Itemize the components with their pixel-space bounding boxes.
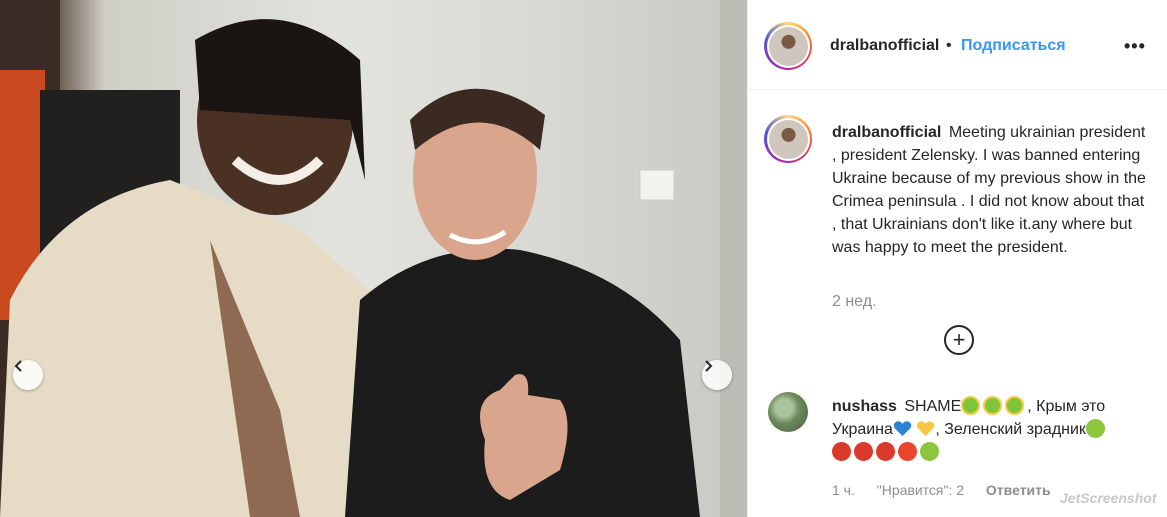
photo-illustration [0,0,747,517]
comment-likes-count[interactable]: "Нравится": 2 [877,482,964,498]
money-face-emoji-icon [961,396,981,415]
commenter-username[interactable]: nushass [832,398,897,415]
cursing-face-emoji-icon [854,442,873,461]
money-face-emoji-icon [1005,396,1025,415]
comment-body-part3: , Зеленский зрадник [935,421,1086,438]
comment-text: nushass SHAME, Крым это Украина , Зеленс… [832,395,1152,464]
more-options-icon[interactable]: ••• [1124,36,1146,57]
author-username[interactable]: dralbanofficial [830,37,939,55]
separator-dot: • [946,37,952,54]
caption-text: dralbanofficial Meeting ukrainian presid… [832,121,1152,259]
comment-body-part1: SHAME [904,398,962,415]
vomiting-face-emoji-icon [920,442,939,461]
money-face-emoji-icon [983,396,1003,415]
comment-age[interactable]: 1 ч. [832,482,855,498]
nauseated-face-emoji-icon [1085,419,1105,438]
angry-face-emoji-icon [898,442,917,461]
author-avatar[interactable] [764,22,812,70]
reply-button[interactable]: Ответить [986,482,1051,498]
chevron-right-icon [705,360,713,372]
commenter-avatar[interactable] [768,392,808,432]
follow-button[interactable]: Подписаться [961,37,1066,55]
post-header: dralbanofficial • Подписаться ••• [748,0,1167,90]
post-photo[interactable] [0,0,747,517]
post-side-panel: dralbanofficial • Подписаться ••• dralba… [747,0,1167,517]
carousel-next-button[interactable] [702,360,732,390]
carousel-prev-button[interactable] [13,360,43,390]
plus-icon: + [952,327,966,352]
load-more-comments-button[interactable]: + [944,325,974,355]
watermark-logo: JetScreenshot [1060,490,1157,506]
chevron-left-icon [14,360,22,372]
yellow-heart-icon [917,421,935,437]
blue-heart-icon [893,421,912,437]
caption-author-avatar[interactable] [764,115,812,163]
caption-body: Meeting ukrainian president , president … [832,124,1146,256]
caption-username[interactable]: dralbanofficial [832,124,941,141]
cursing-face-emoji-icon [832,442,851,461]
post-age[interactable]: 2 нед. [832,293,877,311]
comment-meta: 1 ч. "Нравится": 2 Ответить [832,482,1069,498]
cursing-face-emoji-icon [876,442,895,461]
